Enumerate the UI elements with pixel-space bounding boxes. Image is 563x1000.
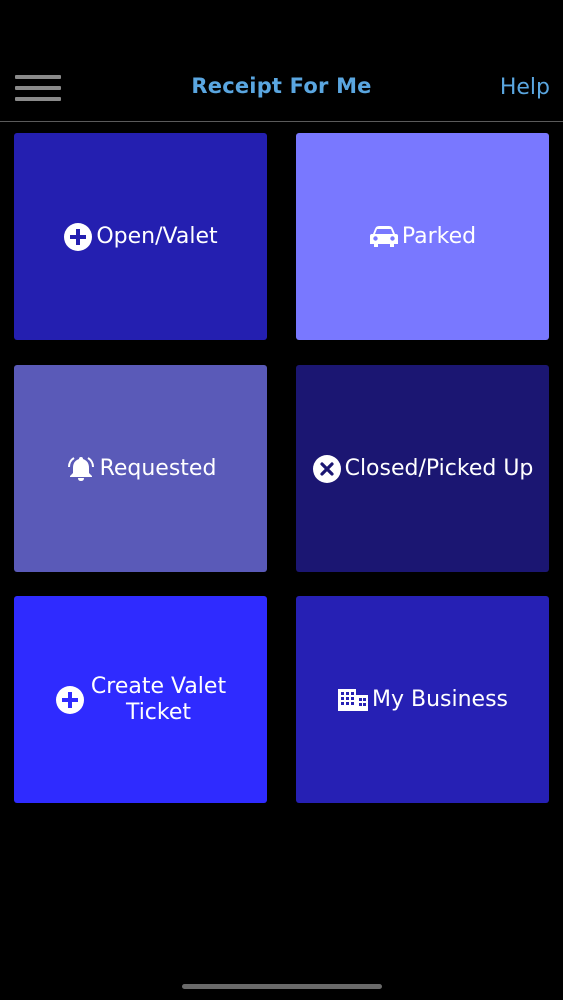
help-link[interactable]: Help: [500, 75, 550, 100]
open-valet-label: Open/Valet: [96, 223, 218, 249]
create-valet-ticket-label: Create Valet Ticket: [90, 673, 227, 725]
parked-tile[interactable]: Parked: [296, 133, 549, 340]
closed-picked-up-label: Closed/Picked Up: [344, 455, 534, 481]
car-icon: [369, 225, 399, 249]
page-title: Receipt For Me: [191, 74, 372, 98]
plus-circle-icon: [55, 685, 85, 715]
app-header: Receipt For Me Help: [0, 0, 563, 122]
parked-label: Parked: [401, 223, 477, 249]
plus-circle-icon: [63, 222, 93, 252]
bell-icon: [65, 455, 97, 483]
requested-tile[interactable]: Requested: [14, 365, 267, 572]
building-icon: [337, 688, 369, 712]
open-valet-tile[interactable]: Open/Valet: [14, 133, 267, 340]
my-business-label: My Business: [371, 686, 508, 712]
create-valet-ticket-tile[interactable]: Create Valet Ticket: [14, 596, 267, 803]
x-circle-icon: [312, 454, 342, 484]
home-indicator[interactable]: [182, 984, 382, 989]
requested-label: Requested: [99, 455, 217, 481]
closed-picked-up-tile[interactable]: Closed/Picked Up: [296, 365, 549, 572]
my-business-tile[interactable]: My Business: [296, 596, 549, 803]
